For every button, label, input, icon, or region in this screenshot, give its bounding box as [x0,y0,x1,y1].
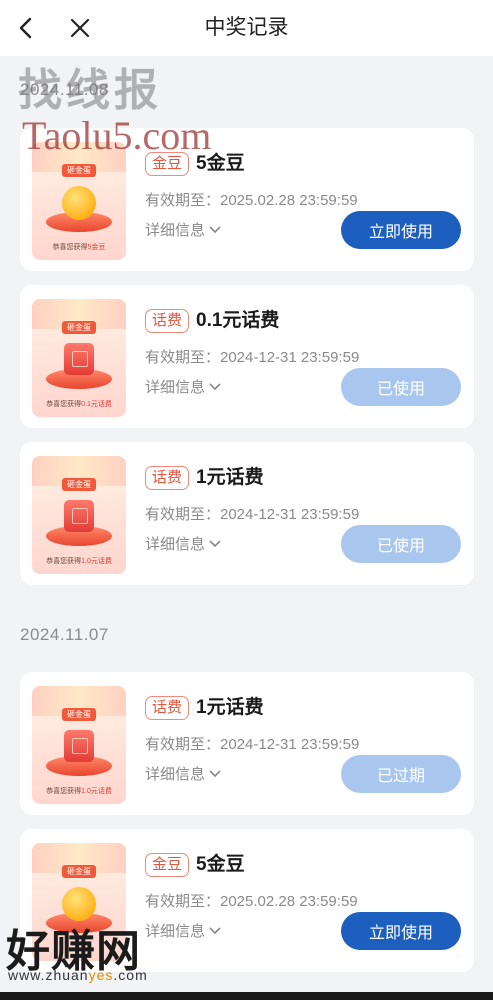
use-now-button[interactable]: 立即使用 [341,912,461,950]
prize-type-badge: 话费 [145,696,190,720]
gold-coin-icon [62,186,96,220]
validity-text: 有效期至：2024-12-31 23:59:59 [145,349,360,366]
chevron-down-icon [209,382,221,390]
system-nav-bar [0,992,493,1000]
validity-text: 有效期至：2025.02.28 23:59:59 [145,192,358,209]
prize-title: 0.1元话费 [196,310,280,331]
record-card: 砸金蛋 恭喜您获得1.0元话费 话费 1元话费 有效期至：2024-12-31 … [20,442,474,585]
detail-label: 详细信息 [145,766,206,783]
prize-thumbnail: 砸金蛋 恭喜您获得5金豆 [32,142,126,260]
watermark-bottom-url: www.zhuanyes.com [8,967,148,983]
detail-label: 详细信息 [145,923,206,940]
prize-type-badge: 金豆 [145,853,190,877]
date-group-label: 2024.11.07 [20,625,109,644]
use-now-button[interactable]: 立即使用 [341,211,461,249]
detail-toggle[interactable]: 详细信息 [145,533,221,554]
used-button[interactable]: 已使用 [341,368,461,406]
watermark-top-en: Taolu5.com [22,113,212,158]
red-envelope-icon [64,343,94,375]
prize-type-badge: 话费 [145,466,190,490]
record-card: 砸金蛋 恭喜您获得0.1元话费 话费 0.1元话费 有效期至：2024-12-3… [20,285,474,428]
thumbnail-caption: 恭喜您获得0.1元话费 [46,401,112,408]
detail-label: 详细信息 [145,379,206,396]
thumbnail-caption: 恭喜您获得5金豆 [52,244,106,251]
prize-title: 1元话费 [196,467,264,488]
detail-label: 详细信息 [145,222,206,239]
prize-type-badge: 话费 [145,309,190,333]
record-card: 砸金蛋 恭喜您获得1.0元话费 话费 1元话费 有效期至：2024-12-31 … [20,672,474,815]
prize-thumbnail: 砸金蛋 恭喜您获得1.0元话费 [32,686,126,804]
thumbnail-caption: 恭喜您获得1.0元话费 [46,558,112,565]
validity-text: 有效期至：2024-12-31 23:59:59 [145,736,360,753]
header-bar: 中奖记录 [0,0,493,56]
prize-thumbnail: 砸金蛋 恭喜您获得1.0元话费 [32,456,126,574]
used-button[interactable]: 已使用 [341,525,461,563]
thumbnail-tag: 砸金蛋 [62,164,96,177]
thumbnail-tag: 砸金蛋 [62,478,96,491]
expired-button[interactable]: 已过期 [341,755,461,793]
watermark-top-cn: 找线报 [18,66,162,115]
detail-toggle[interactable]: 详细信息 [145,219,221,240]
red-envelope-icon [64,730,94,762]
prize-title: 1元话费 [196,697,264,718]
prize-title: 5金豆 [196,854,245,875]
thumbnail-tag: 砸金蛋 [62,321,96,334]
detail-toggle[interactable]: 详细信息 [145,376,221,397]
red-envelope-icon [64,500,94,532]
detail-toggle[interactable]: 详细信息 [145,763,221,784]
thumbnail-caption: 恭喜您获得1.0元话费 [46,788,112,795]
thumbnail-tag: 砸金蛋 [62,865,96,878]
prize-thumbnail: 砸金蛋 恭喜您获得0.1元话费 [32,299,126,417]
validity-text: 有效期至：2024-12-31 23:59:59 [145,506,360,523]
page-title: 中奖记录 [204,16,289,39]
detail-toggle[interactable]: 详细信息 [145,920,221,941]
detail-label: 详细信息 [145,536,206,553]
chevron-down-icon [209,769,221,777]
thumbnail-tag: 砸金蛋 [62,708,96,721]
validity-text: 有效期至：2025.02.28 23:59:59 [145,893,358,910]
chevron-down-icon [209,225,221,233]
chevron-down-icon [209,926,221,934]
chevron-down-icon [209,539,221,547]
